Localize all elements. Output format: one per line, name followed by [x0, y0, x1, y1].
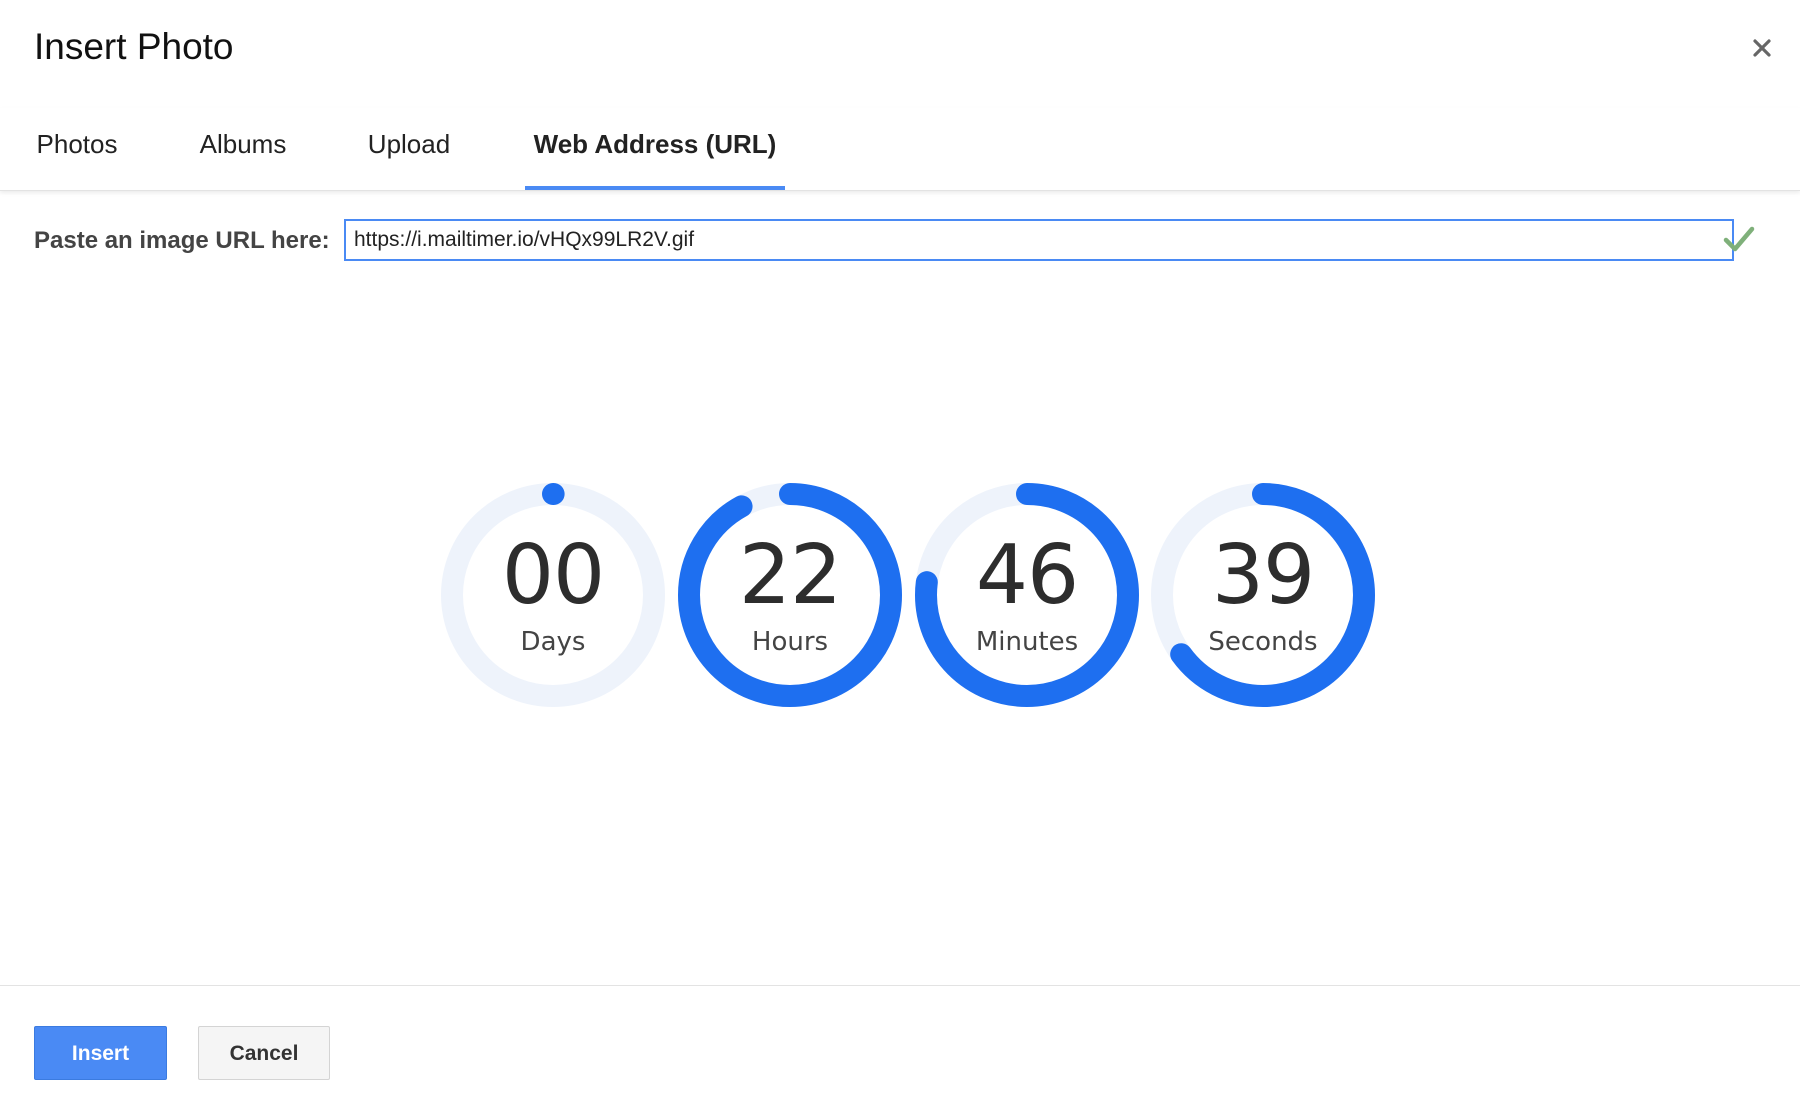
- countdown-hours: 22 Hours: [670, 475, 910, 715]
- tab-photos[interactable]: Photos: [28, 108, 126, 190]
- seconds-value: 39: [1211, 528, 1315, 623]
- insert-button[interactable]: Insert: [34, 1026, 167, 1080]
- tab-albums[interactable]: Albums: [193, 108, 293, 190]
- days-value: 00: [501, 528, 605, 623]
- minutes-value: 46: [975, 528, 1079, 623]
- days-label: Days: [520, 627, 586, 657]
- tab-web-address[interactable]: Web Address (URL): [525, 108, 785, 190]
- url-label: Paste an image URL here:: [34, 227, 330, 254]
- countdown-days: 00 Days: [433, 475, 673, 715]
- dialog-title: Insert Photo: [34, 26, 234, 67]
- seconds-label: Seconds: [1208, 627, 1318, 657]
- tab-upload[interactable]: Upload: [362, 108, 456, 190]
- hours-value: 22: [738, 528, 842, 623]
- url-row: Paste an image URL here:: [34, 219, 1774, 263]
- checkmark-icon: [1723, 226, 1755, 252]
- dialog-footer: Insert Cancel: [0, 985, 1800, 1108]
- tab-bar: Photos Albums Upload Web Address (URL): [0, 108, 1800, 191]
- minutes-label: Minutes: [975, 627, 1079, 657]
- image-preview: 00 Days 22 Hours 46 Minutes 39 Seconds: [420, 475, 1380, 765]
- close-button[interactable]: [1746, 32, 1778, 64]
- cancel-button[interactable]: Cancel: [198, 1026, 330, 1080]
- countdown-seconds: 39 Seconds: [1143, 475, 1383, 715]
- image-url-input[interactable]: [344, 219, 1734, 261]
- countdown-minutes: 46 Minutes: [907, 475, 1147, 715]
- close-icon: [1753, 39, 1771, 57]
- hours-label: Hours: [751, 627, 829, 657]
- insert-photo-dialog: Insert Photo Photos Albums Upload Web Ad…: [0, 0, 1800, 1108]
